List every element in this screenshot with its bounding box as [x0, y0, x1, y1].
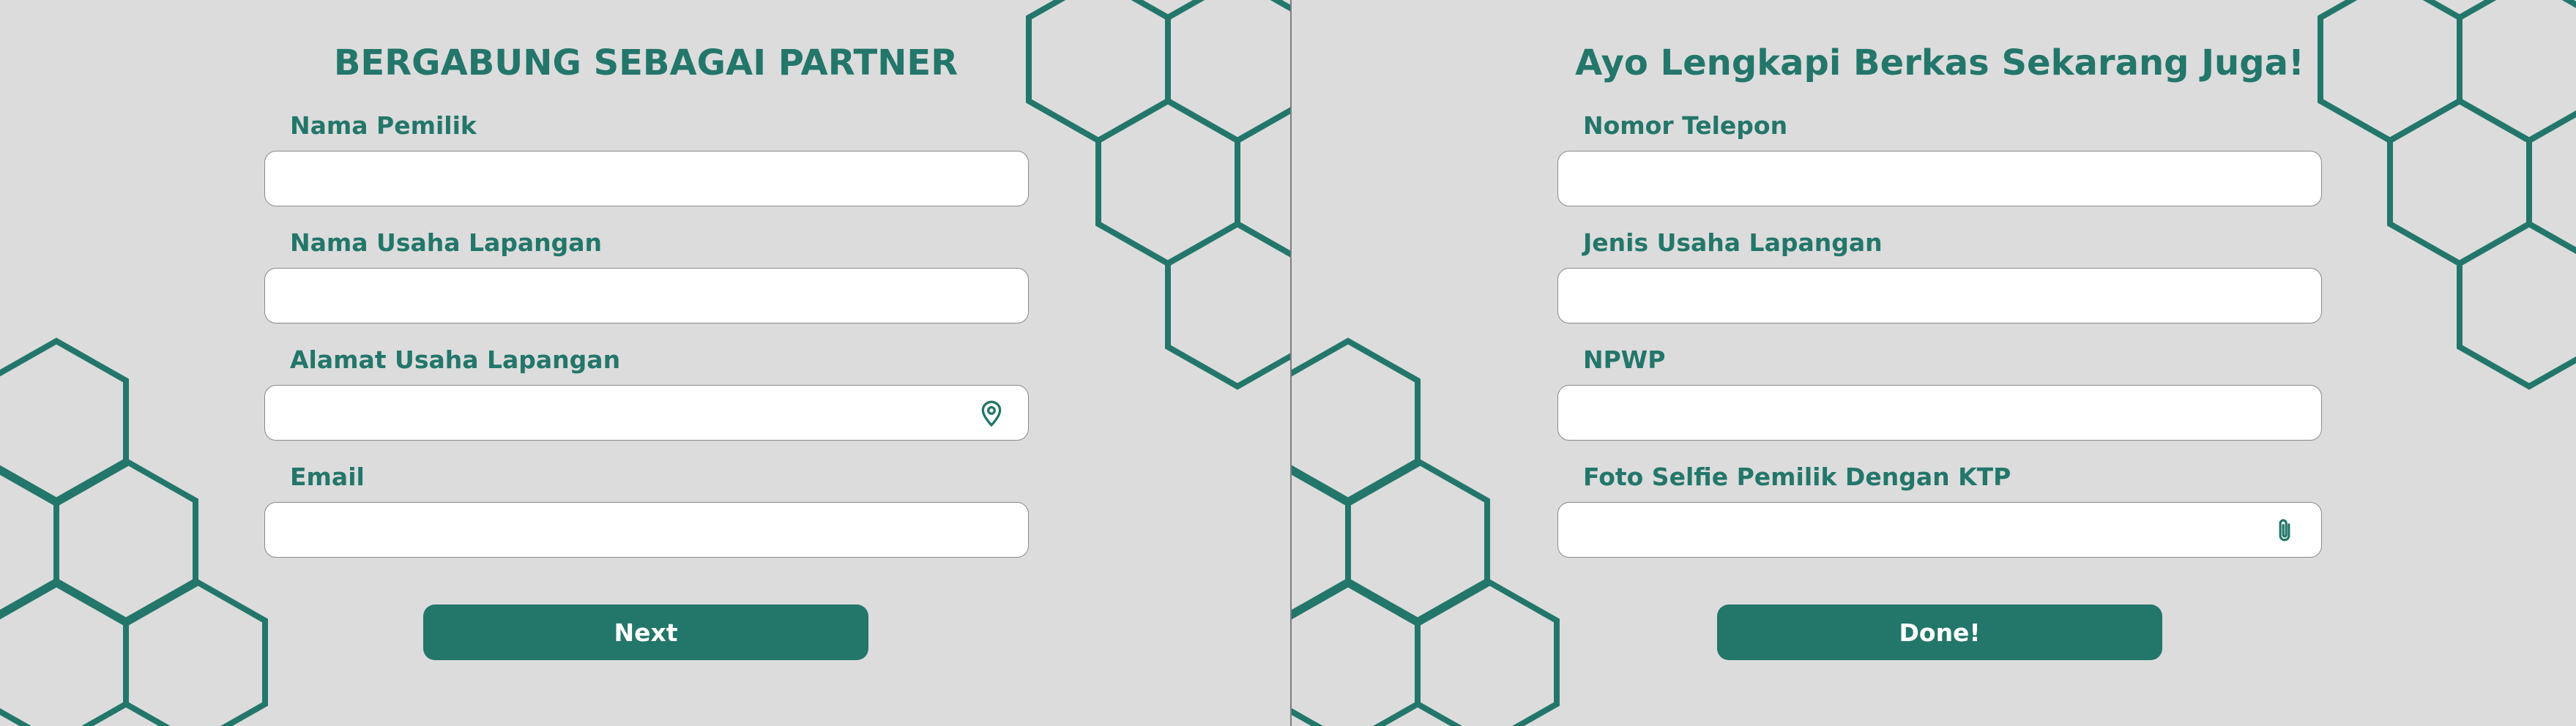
hexagon-shape [2457, 220, 2576, 390]
paperclip-icon[interactable] [2270, 516, 2299, 545]
owner-name-input[interactable] [265, 151, 1028, 206]
map-pin-icon[interactable] [977, 399, 1006, 428]
business-type-input[interactable] [1558, 269, 2321, 323]
hexagon-shape [1026, 0, 1171, 144]
business-address-field[interactable] [264, 385, 1029, 441]
done-button[interactable]: Done! [1717, 605, 2162, 660]
business-type-field[interactable] [1557, 268, 2322, 323]
email-label: Email [290, 463, 365, 491]
business-name-field[interactable] [264, 268, 1029, 323]
page-title: BERGABUNG SEBAGAI PARTNER [333, 42, 958, 83]
next-button[interactable]: Next [423, 605, 868, 660]
document-completion-panel: Ayo Lengkapi Berkas Sekarang Juga! Nomor… [1292, 0, 2576, 726]
phone-number-label: Nomor Telepon [1583, 111, 1788, 140]
business-type-label: Jenis Usaha Lapangan [1583, 228, 1883, 257]
npwp-field[interactable] [1557, 385, 2322, 441]
hexagon-shape [1165, 220, 1290, 390]
hexagon-shape [1292, 577, 1421, 726]
npwp-label: NPWP [1583, 345, 1666, 374]
hexagon-shape [123, 577, 268, 726]
business-name-label: Nama Usaha Lapangan [290, 228, 603, 257]
business-name-input[interactable] [265, 269, 1028, 323]
business-address-input[interactable] [265, 386, 1028, 440]
owner-name-field[interactable] [264, 151, 1029, 206]
owner-name-label: Nama Pemilik [290, 111, 477, 140]
hexagon-shape [53, 457, 198, 627]
app-screen: BERGABUNG SEBAGAI PARTNER Nama Pemilik N… [0, 0, 2576, 726]
business-address-label: Alamat Usaha Lapangan [290, 345, 621, 374]
hexagon-shape [0, 577, 129, 726]
selfie-ktp-label: Foto Selfie Pemilik Dengan KTP [1583, 463, 2011, 491]
page-title: Ayo Lengkapi Berkas Sekarang Juga! [1575, 42, 2304, 83]
hexagon-shape [2318, 0, 2463, 144]
phone-number-input[interactable] [1558, 151, 2321, 206]
npwp-input[interactable] [1558, 386, 2321, 440]
hexagon-shape [1345, 457, 1490, 627]
selfie-ktp-input[interactable] [1558, 503, 2321, 557]
partner-registration-panel: BERGABUNG SEBAGAI PARTNER Nama Pemilik N… [0, 0, 1292, 726]
email-field[interactable] [264, 502, 1029, 558]
email-input[interactable] [265, 503, 1028, 557]
selfie-ktp-field[interactable] [1557, 502, 2322, 558]
hexagon-shape [1415, 577, 1560, 726]
phone-number-field[interactable] [1557, 151, 2322, 206]
hexagon-shape [2457, 0, 2576, 144]
